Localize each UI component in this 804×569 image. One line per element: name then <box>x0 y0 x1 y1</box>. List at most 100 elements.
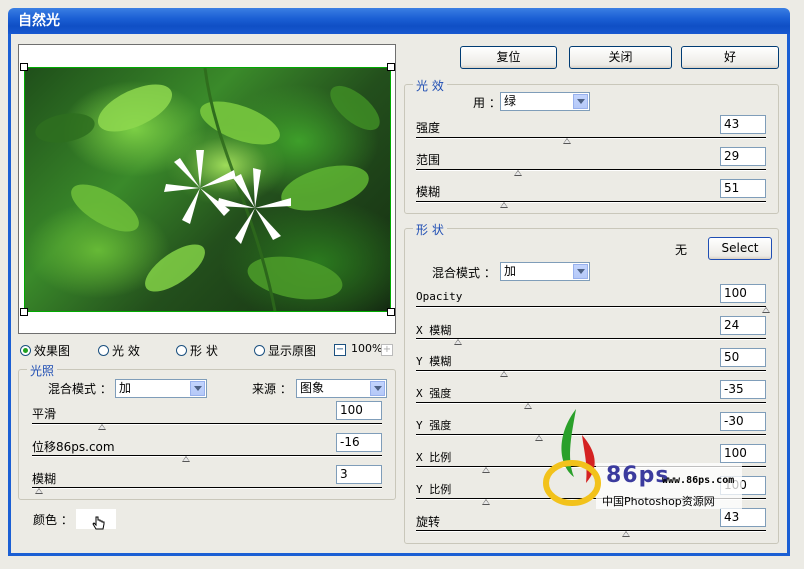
natural-light-dialog: 自然光 效果图 光 效 形 状 显示原图 − 100% + 光照 混合模式 ： … <box>0 0 804 569</box>
opacity-slider-thumb[interactable] <box>762 307 770 313</box>
intensity-slider-track[interactable] <box>416 137 766 139</box>
radio-dot <box>254 344 265 356</box>
smooth-input[interactable]: 100 <box>336 401 382 420</box>
jasmine-flowers <box>164 150 291 244</box>
xscale-slider-thumb[interactable] <box>482 467 490 473</box>
title-bar[interactable]: 自然光 <box>8 8 790 34</box>
range-input[interactable]: 29 <box>720 147 766 166</box>
effect-blur-slider-track[interactable] <box>416 201 766 203</box>
lighting-blur-slider-track[interactable] <box>32 487 382 489</box>
xint-input[interactable]: -35 <box>720 380 766 399</box>
reset-button[interactable]: 复位 <box>460 46 557 69</box>
lighting-blur-input[interactable]: 3 <box>336 465 382 484</box>
chevron-down-icon <box>573 94 588 109</box>
yblur-slider-thumb[interactable] <box>499 371 508 377</box>
zoom-in-button[interactable]: + <box>381 344 393 356</box>
radio-label: 光 效 <box>112 343 140 358</box>
rotate-label: 旋转 <box>416 515 441 529</box>
intensity-input[interactable]: 43 <box>720 115 766 134</box>
shape-blend-select[interactable]: 加 <box>500 262 590 281</box>
lighting-source-select[interactable]: 图象 <box>296 379 387 398</box>
radio-label: 形 状 <box>190 343 218 358</box>
watermark-logo: 86ps www.86ps.com 中国Photoshop资源网 <box>536 405 742 511</box>
yblur-slider-track[interactable] <box>416 370 766 372</box>
intensity-slider-thumb[interactable] <box>562 138 571 144</box>
radio-shape[interactable]: 形 状 <box>176 342 218 358</box>
select-value: 加 <box>119 381 132 395</box>
xint-slider-track[interactable] <box>416 402 766 404</box>
watermark-url: www.86ps.com <box>662 475 735 486</box>
smooth-label: 平滑 <box>32 407 57 421</box>
select-value: 绿 <box>504 94 517 108</box>
close-button[interactable]: 关闭 <box>569 46 672 69</box>
radio-dot <box>20 344 31 356</box>
foliage-illustration <box>35 68 380 311</box>
watermark-caption: 中国Photoshop资源网 <box>602 495 715 508</box>
lighting-blur-slider-thumb[interactable] <box>35 488 43 494</box>
lighting-blur-label: 模糊 <box>32 472 57 486</box>
radio-label: 效果图 <box>34 343 71 358</box>
xblur-slider-track[interactable] <box>416 338 766 340</box>
xblur-slider-thumb[interactable] <box>454 339 462 345</box>
opacity-slider-track[interactable] <box>416 306 766 308</box>
effect-blur-label: 模糊 <box>416 185 441 199</box>
shape-blend-label: 混合模式 ： <box>432 266 496 280</box>
range-label: 范围 <box>416 153 441 167</box>
radio-show-original[interactable]: 显示原图 <box>254 342 316 358</box>
yint-label: Y 强度 <box>416 419 452 432</box>
shape-none-label: 无 <box>675 243 688 257</box>
lighting-blend-select[interactable]: 加 <box>115 379 207 398</box>
zoom-level: 100% <box>351 342 383 355</box>
chevron-down-icon <box>573 264 588 279</box>
select-value: 图象 <box>300 381 325 395</box>
yblur-label: Y 模糊 <box>416 355 452 368</box>
radio-label: 显示原图 <box>268 343 317 358</box>
radio-dot <box>176 344 187 356</box>
preview-image[interactable] <box>24 67 391 312</box>
intensity-label: 强度 <box>416 121 441 135</box>
ok-button[interactable]: 好 <box>681 46 779 69</box>
effect-blur-slider-thumb[interactable] <box>499 202 508 208</box>
zoom-out-button[interactable]: − <box>334 344 346 356</box>
xint-slider-thumb[interactable] <box>524 403 532 409</box>
crop-handle-tr[interactable] <box>387 63 395 71</box>
color-label: 颜色 ： <box>33 513 73 527</box>
xscale-label: X 比例 <box>416 451 452 464</box>
crop-handle-tl[interactable] <box>20 63 28 71</box>
crop-handle-bl[interactable] <box>20 308 28 316</box>
shape-select-button[interactable]: Select <box>708 237 772 260</box>
range-slider-thumb[interactable] <box>513 170 522 176</box>
opacity-input[interactable]: 100 <box>720 284 766 303</box>
chevron-down-icon <box>190 381 205 396</box>
view-options: 效果图 光 效 形 状 显示原图 − 100% + <box>18 342 398 360</box>
offset-label: 位移86ps.com <box>32 440 115 454</box>
chevron-down-icon <box>370 381 385 396</box>
offset-slider-thumb[interactable] <box>182 456 190 462</box>
use-label: 用 ： <box>473 96 501 110</box>
smooth-slider-thumb[interactable] <box>98 424 106 430</box>
use-color-select[interactable]: 绿 <box>500 92 590 111</box>
rotate-slider-track[interactable] <box>416 530 766 532</box>
yscale-slider-thumb[interactable] <box>482 499 490 505</box>
crop-handle-br[interactable] <box>387 308 395 316</box>
rotate-slider-thumb[interactable] <box>622 531 630 537</box>
lighting-group-title: 光照 <box>27 362 58 379</box>
radio-effect[interactable]: 效果图 <box>20 342 70 358</box>
range-slider-track[interactable] <box>416 169 766 171</box>
offset-input[interactable]: -16 <box>336 433 382 452</box>
color-swatch[interactable] <box>76 509 116 530</box>
radio-light-effect[interactable]: 光 效 <box>98 342 140 358</box>
yblur-input[interactable]: 50 <box>720 348 766 367</box>
radio-dot <box>98 344 109 356</box>
xblur-input[interactable]: 24 <box>720 316 766 335</box>
opacity-label: Opacity <box>416 290 463 303</box>
smooth-slider-track[interactable] <box>32 423 382 425</box>
watermark-brand: 86ps <box>606 463 670 488</box>
offset-slider-track[interactable] <box>32 455 382 457</box>
window-title: 自然光 <box>18 13 60 29</box>
light-effect-group-title: 光 效 <box>413 77 447 94</box>
effect-blur-input[interactable]: 51 <box>720 179 766 198</box>
xint-label: X 强度 <box>416 387 452 400</box>
shape-group-title: 形 状 <box>413 221 447 238</box>
hand-cursor-icon <box>92 516 105 530</box>
